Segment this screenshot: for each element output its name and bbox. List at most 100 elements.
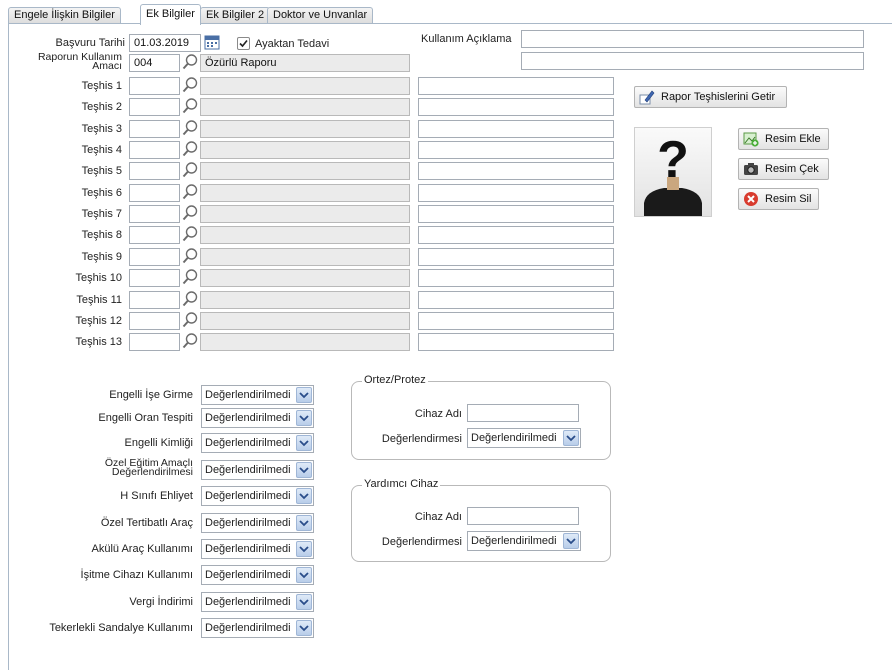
rapor-teshislerini-getir-button[interactable]: Rapor Teşhislerini Getir: [634, 86, 787, 108]
pencil-icon: [639, 90, 655, 105]
teshis-label: Teşhis 9: [81, 251, 122, 263]
teshis-aciklama-input[interactable]: [418, 120, 614, 138]
chevron-down-icon[interactable]: [296, 541, 312, 557]
degerlendirme-select-value: Değerlendirilmedi: [205, 569, 291, 581]
magnifier-icon[interactable]: [181, 76, 199, 94]
degerlendirme-select[interactable]: Değerlendirilmedi: [201, 565, 314, 585]
magnifier-icon[interactable]: [181, 268, 199, 286]
degerlendirme-select[interactable]: Değerlendirilmedi: [201, 408, 314, 428]
ayaktan-tedavi-checkbox[interactable]: [237, 37, 250, 50]
teshis-aciklama-input[interactable]: [418, 141, 614, 159]
teshis-kod-input[interactable]: [129, 226, 180, 244]
teshis-kod-input[interactable]: [129, 141, 180, 159]
magnifier-icon[interactable]: [181, 97, 199, 115]
degerlendirme-select-value: Değerlendirilmedi: [205, 622, 291, 634]
teshis-aciklama-input[interactable]: [418, 205, 614, 223]
ortez-degerlendirmesi-select[interactable]: Değerlendirilmedi: [467, 428, 581, 448]
teshis-kod-input[interactable]: [129, 184, 180, 202]
magnifier-icon[interactable]: [181, 204, 199, 222]
teshis-aciklama-input[interactable]: [418, 291, 614, 309]
degerlendirme-select[interactable]: Değerlendirilmedi: [201, 460, 314, 480]
degerlendirme-select[interactable]: Değerlendirilmedi: [201, 513, 314, 533]
resim-sil-button[interactable]: Resim Sil: [738, 188, 819, 210]
basvuru-tarihi-label: Başvuru Tarihi: [55, 37, 126, 49]
degerlendirme-select[interactable]: Değerlendirilmedi: [201, 433, 314, 453]
teshis-kod-input[interactable]: [129, 205, 180, 223]
magnifier-icon[interactable]: [181, 140, 199, 158]
teshis-aciklama-input[interactable]: [418, 226, 614, 244]
degerlendirme-select-value: Değerlendirilmedi: [205, 517, 291, 529]
magnifier-icon[interactable]: [181, 183, 199, 201]
raporun-kullanim-amaci-label: Raporun Kullanım Amacı: [37, 51, 122, 72]
teshis-aciklama-input[interactable]: [418, 184, 614, 202]
teshis-kod-input[interactable]: [129, 120, 180, 138]
chevron-down-icon[interactable]: [296, 410, 312, 426]
tab-ek-bilgiler[interactable]: Ek Bilgiler: [140, 4, 201, 25]
calendar-icon[interactable]: [204, 34, 220, 50]
degerlendirme-select[interactable]: Değerlendirilmedi: [201, 539, 314, 559]
chevron-down-icon[interactable]: [296, 387, 312, 403]
magnifier-icon[interactable]: [181, 161, 199, 179]
resim-cek-label: Resim Çek: [765, 163, 819, 175]
teshis-kod-input[interactable]: [129, 269, 180, 287]
resim-cek-button[interactable]: Resim Çek: [738, 158, 829, 180]
teshis-kod-input[interactable]: [129, 77, 180, 95]
degerlendirme-select[interactable]: Değerlendirilmedi: [201, 486, 314, 506]
chevron-down-icon[interactable]: [296, 435, 312, 451]
svg-text:?: ?: [657, 131, 689, 189]
magnifier-icon[interactable]: [181, 332, 199, 350]
teshis-kod-input[interactable]: [129, 312, 180, 330]
chevron-down-icon[interactable]: [296, 488, 312, 504]
teshis-kod-input[interactable]: [129, 248, 180, 266]
basvuru-tarihi-input[interactable]: 01.03.2019: [129, 34, 201, 52]
teshis-kod-input[interactable]: [129, 291, 180, 309]
chevron-down-icon[interactable]: [296, 462, 312, 478]
teshis-aciklama-input[interactable]: [418, 77, 614, 95]
magnifier-icon[interactable]: [181, 247, 199, 265]
yardimci-degerlendirmesi-label: Değerlendirmesi: [381, 536, 462, 548]
degerlendirme-select[interactable]: Değerlendirilmedi: [201, 592, 314, 612]
tab-engele-iliskin-bilgiler[interactable]: Engele İlişkin Bilgiler: [8, 7, 121, 24]
rapor-kullanim-kod-input[interactable]: 004: [129, 54, 180, 72]
kullanim-aciklama-input-2[interactable]: [521, 52, 864, 70]
teshis-label: Teşhis 10: [75, 272, 122, 284]
magnifier-icon[interactable]: [181, 290, 199, 308]
teshis-kod-input[interactable]: [129, 162, 180, 180]
teshis-aciklama-input[interactable]: [418, 162, 614, 180]
teshis-aciklama-input[interactable]: [418, 98, 614, 116]
ortez-cihaz-adi-input[interactable]: [467, 404, 579, 422]
rapor-kullanim-ad-field: Özürlü Raporu: [200, 54, 410, 72]
teshis-aciklama-input[interactable]: [418, 333, 614, 351]
magnifier-icon[interactable]: [181, 225, 199, 243]
degerlendirme-select[interactable]: Değerlendirilmedi: [201, 385, 314, 405]
teshis-kod-input[interactable]: [129, 333, 180, 351]
teshis-aciklama-input[interactable]: [418, 269, 614, 287]
teshis-label: Teşhis 11: [76, 294, 122, 306]
degerlendirme-select[interactable]: Değerlendirilmedi: [201, 618, 314, 638]
tab-ek-bilgiler-2[interactable]: Ek Bilgiler 2: [200, 7, 271, 24]
teshis-ad-field: [200, 120, 410, 138]
teshis-label: Teşhis 1: [81, 80, 122, 92]
degerlendirme-select-value: Değerlendirilmedi: [205, 490, 291, 502]
ortez-degerlendirmesi-label: Değerlendirmesi: [381, 433, 462, 445]
teshis-ad-field: [200, 248, 410, 266]
yardimci-cihaz-adi-input[interactable]: [467, 507, 579, 525]
yardimci-degerlendirmesi-select[interactable]: Değerlendirilmedi: [467, 531, 581, 551]
chevron-down-icon[interactable]: [296, 515, 312, 531]
tab-doktor-ve-unvanlar[interactable]: Doktor ve Unvanlar: [267, 7, 374, 24]
chevron-down-icon[interactable]: [296, 567, 312, 583]
kullanim-aciklama-input[interactable]: [521, 30, 864, 48]
resim-sil-label: Resim Sil: [765, 193, 812, 205]
chevron-down-icon[interactable]: [563, 430, 579, 446]
chevron-down-icon[interactable]: [563, 533, 579, 549]
magnifier-icon[interactable]: [181, 53, 199, 71]
resim-ekle-label: Resim Ekle: [765, 133, 821, 145]
resim-ekle-button[interactable]: Resim Ekle: [738, 128, 829, 150]
teshis-kod-input[interactable]: [129, 98, 180, 116]
chevron-down-icon[interactable]: [296, 594, 312, 610]
teshis-aciklama-input[interactable]: [418, 248, 614, 266]
chevron-down-icon[interactable]: [296, 620, 312, 636]
magnifier-icon[interactable]: [181, 311, 199, 329]
magnifier-icon[interactable]: [181, 119, 199, 137]
teshis-aciklama-input[interactable]: [418, 312, 614, 330]
